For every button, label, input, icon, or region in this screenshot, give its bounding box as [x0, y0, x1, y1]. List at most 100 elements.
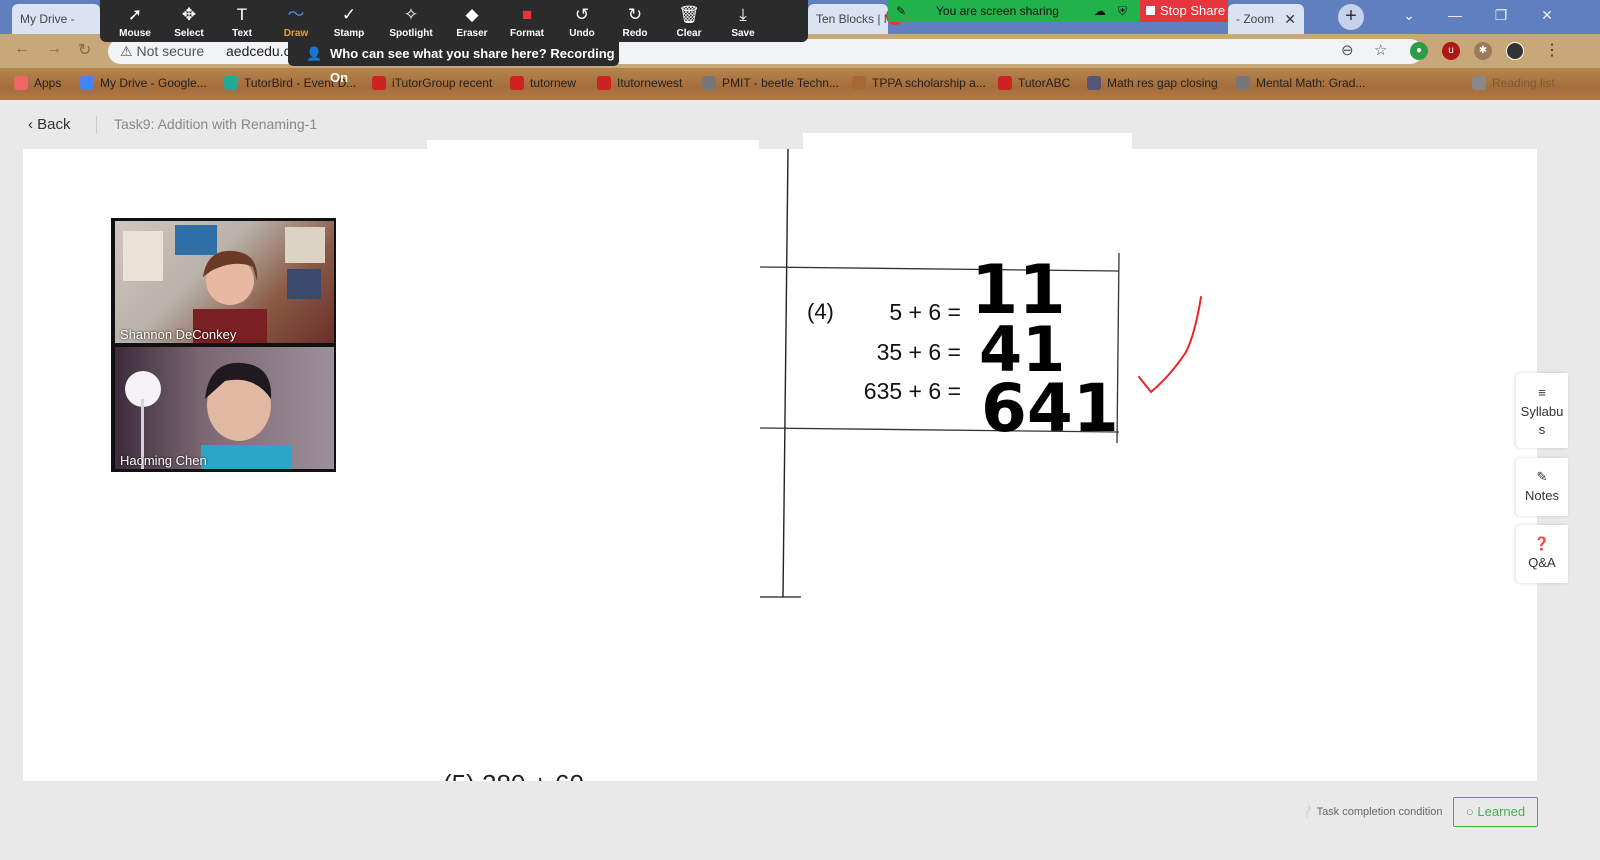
answer-3: 641	[981, 370, 1119, 447]
qa-label: Q&A	[1528, 555, 1556, 570]
sheet-edge	[803, 133, 1132, 150]
draw-icon: 〜	[287, 5, 305, 24]
zoom-tool-label: Mouse	[119, 28, 151, 39]
move-icon: ✥	[181, 5, 197, 24]
zoom-magnifier-icon[interactable]: ⊖	[1341, 41, 1354, 59]
bookmark-label: Reading list	[1492, 76, 1555, 90]
format-color-icon: ■	[521, 5, 533, 24]
zoom-tool-text[interactable]: T Text	[215, 4, 269, 39]
browser-tab-my-drive[interactable]: My Drive -	[12, 4, 100, 34]
list-icon: ≡	[1538, 385, 1546, 400]
zoom-tool-draw[interactable]: 〜 Draw	[269, 4, 323, 39]
zoom-tool-spotlight[interactable]: ✧ Spotlight	[384, 4, 438, 39]
stamp-check-icon: ✓	[341, 5, 357, 24]
zoom-tool-clear[interactable]: 🗑 Clear	[662, 4, 716, 39]
bookmark-label: My Drive - Google...	[100, 76, 207, 90]
qa-button[interactable]: ❓ Q&A	[1516, 525, 1568, 583]
forward-arrow-icon[interactable]: →	[46, 40, 62, 58]
syllabus-button[interactable]: ≡ Syllabus	[1516, 373, 1568, 448]
new-tab-button[interactable]: +	[1338, 4, 1364, 30]
zoom-tool-label: Format	[510, 28, 544, 39]
restore-button[interactable]: ❐	[1478, 0, 1524, 32]
back-label: Back	[37, 116, 71, 133]
back-arrow-icon[interactable]: ←	[14, 40, 30, 58]
bookmark-item[interactable]: Itutornewest	[597, 76, 682, 90]
zoom-tool-stamp[interactable]: ✓ Stamp	[322, 4, 376, 39]
bookmark-label: Mental Math: Grad...	[1256, 76, 1366, 90]
zoom-tool-mouse[interactable]: ➚ Mouse	[108, 4, 162, 39]
browser-tab-ten-blocks[interactable]: Ten Blocks | Ma	[808, 4, 888, 34]
video-feed-image	[125, 362, 291, 469]
next-problem-partial: (5) 280 + 60	[443, 769, 584, 781]
profile-avatar[interactable]	[1506, 42, 1524, 60]
page-title: Task9: Addition with Renaming-1	[114, 116, 318, 132]
shield-icon: ⛨	[1118, 4, 1128, 18]
bookmark-item[interactable]: Math res gap closing	[1087, 76, 1218, 90]
stop-share-button[interactable]: Stop Share	[1140, 0, 1228, 22]
question-circle-icon: ❔	[1300, 806, 1314, 818]
bookmark-item[interactable]: tutornew	[510, 76, 576, 90]
equation-2: 35 + 6 =	[877, 339, 961, 365]
reload-icon[interactable]: ↻	[78, 40, 91, 60]
browser-tab-zoom[interactable]: - Zoom ✕	[1228, 4, 1304, 34]
bookmark-star-icon[interactable]: ☆	[1374, 41, 1387, 59]
bookmark-label: Math res gap closing	[1107, 76, 1218, 90]
bookmark-favicon-icon	[998, 76, 1012, 90]
zoom-tool-eraser[interactable]: ◆ Eraser	[445, 4, 499, 39]
video-tile-shannon[interactable]: Shannon DeConkey	[115, 221, 334, 343]
zoom-annotation-toolbar: ✕ ➚Mouse✥SelectTText〜Draw✓Stamp✧Spotligh…	[100, 0, 904, 42]
bookmark-label: Itutornewest	[617, 76, 683, 90]
zoom-tool-undo[interactable]: ↺ Undo	[555, 4, 609, 39]
extensions-puzzle-icon[interactable]: ✱	[1474, 42, 1492, 60]
bookmark-item[interactable]: Apps	[14, 76, 61, 90]
bookmark-label: TPPA scholarship a...	[872, 76, 986, 90]
notes-button[interactable]: ✎ Notes	[1516, 458, 1568, 516]
tab-label: My Drive -	[20, 12, 75, 26]
pin-icon[interactable]: ✎	[896, 0, 906, 22]
footer-bar: ❔ Task completion condition ○ Learned	[0, 781, 1600, 860]
bookmark-item[interactable]: TPPA scholarship a...	[852, 76, 986, 90]
bookmark-item[interactable]: Mental Math: Grad...	[1236, 76, 1365, 90]
cloud-recording-icon[interactable]: ☁	[1094, 0, 1106, 22]
text-icon: T	[236, 5, 248, 24]
bookmark-item[interactable]: TutorABC	[998, 76, 1070, 90]
close-window-button[interactable]: ✕	[1524, 0, 1570, 32]
stop-share-label: Stop Share	[1160, 3, 1226, 18]
bookmark-label: TutorABC	[1018, 76, 1071, 90]
zoom-tool-redo[interactable]: ↻ Redo	[608, 4, 662, 39]
back-button[interactable]: ‹ Back	[28, 116, 71, 133]
question-icon: ❓	[1533, 536, 1551, 551]
learned-button[interactable]: ○ Learned	[1453, 797, 1538, 827]
video-tile-haoming[interactable]: Haoming Chen	[115, 347, 334, 469]
minimize-button[interactable]: —	[1432, 0, 1478, 32]
tab-label: - Zoom	[1236, 12, 1275, 26]
extension-evernote-icon[interactable]: ●	[1410, 42, 1428, 60]
chevron-down-icon[interactable]: ⌄	[1386, 0, 1432, 32]
bookmark-favicon-icon	[14, 76, 28, 90]
spotlight-icon: ✧	[403, 5, 419, 24]
pencil-icon: ✎	[1536, 469, 1548, 484]
zoom-tool-label: Redo	[622, 28, 648, 39]
security-indicator[interactable]: ⚠ Not secure	[120, 43, 204, 60]
video-gallery[interactable]: Shannon DeConkey Haoming Chen	[111, 218, 336, 472]
save-download-icon: ⤓	[739, 5, 747, 24]
bookmark-item[interactable]: iTutorGroup recent	[372, 76, 492, 90]
participant-name: Shannon DeConkey	[120, 327, 237, 342]
close-tab-icon[interactable]: ✕	[1284, 11, 1296, 28]
zoom-tool-save[interactable]: ⤓ Save	[716, 4, 770, 39]
bookmark-item[interactable]: My Drive - Google...	[80, 76, 207, 90]
menu-kebab-icon[interactable]: ⋮	[1544, 40, 1560, 60]
bookmark-item[interactable]: PMIT - beetle Techn...	[702, 76, 839, 90]
task-condition-link[interactable]: ❔ Task completion condition	[1300, 805, 1443, 818]
zoom-tool-label: Select	[174, 28, 204, 39]
arrow-pointer-icon: ➚	[127, 5, 143, 24]
bookmark-favicon-icon	[510, 76, 524, 90]
recording-tooltip: 👤 Who can see what you share here? Recor…	[288, 42, 619, 85]
zoom-tool-select[interactable]: ✥ Select	[162, 4, 216, 39]
extension-ublock-icon[interactable]: u	[1442, 42, 1460, 60]
task-condition-label: Task completion condition	[1316, 806, 1443, 818]
bookmark-label: PMIT - beetle Techn...	[722, 76, 839, 90]
zoom-tool-format[interactable]: ■ Format	[500, 4, 554, 39]
zoom-tool-label: Text	[232, 28, 252, 39]
bookmark-item[interactable]: Reading list	[1472, 76, 1555, 90]
